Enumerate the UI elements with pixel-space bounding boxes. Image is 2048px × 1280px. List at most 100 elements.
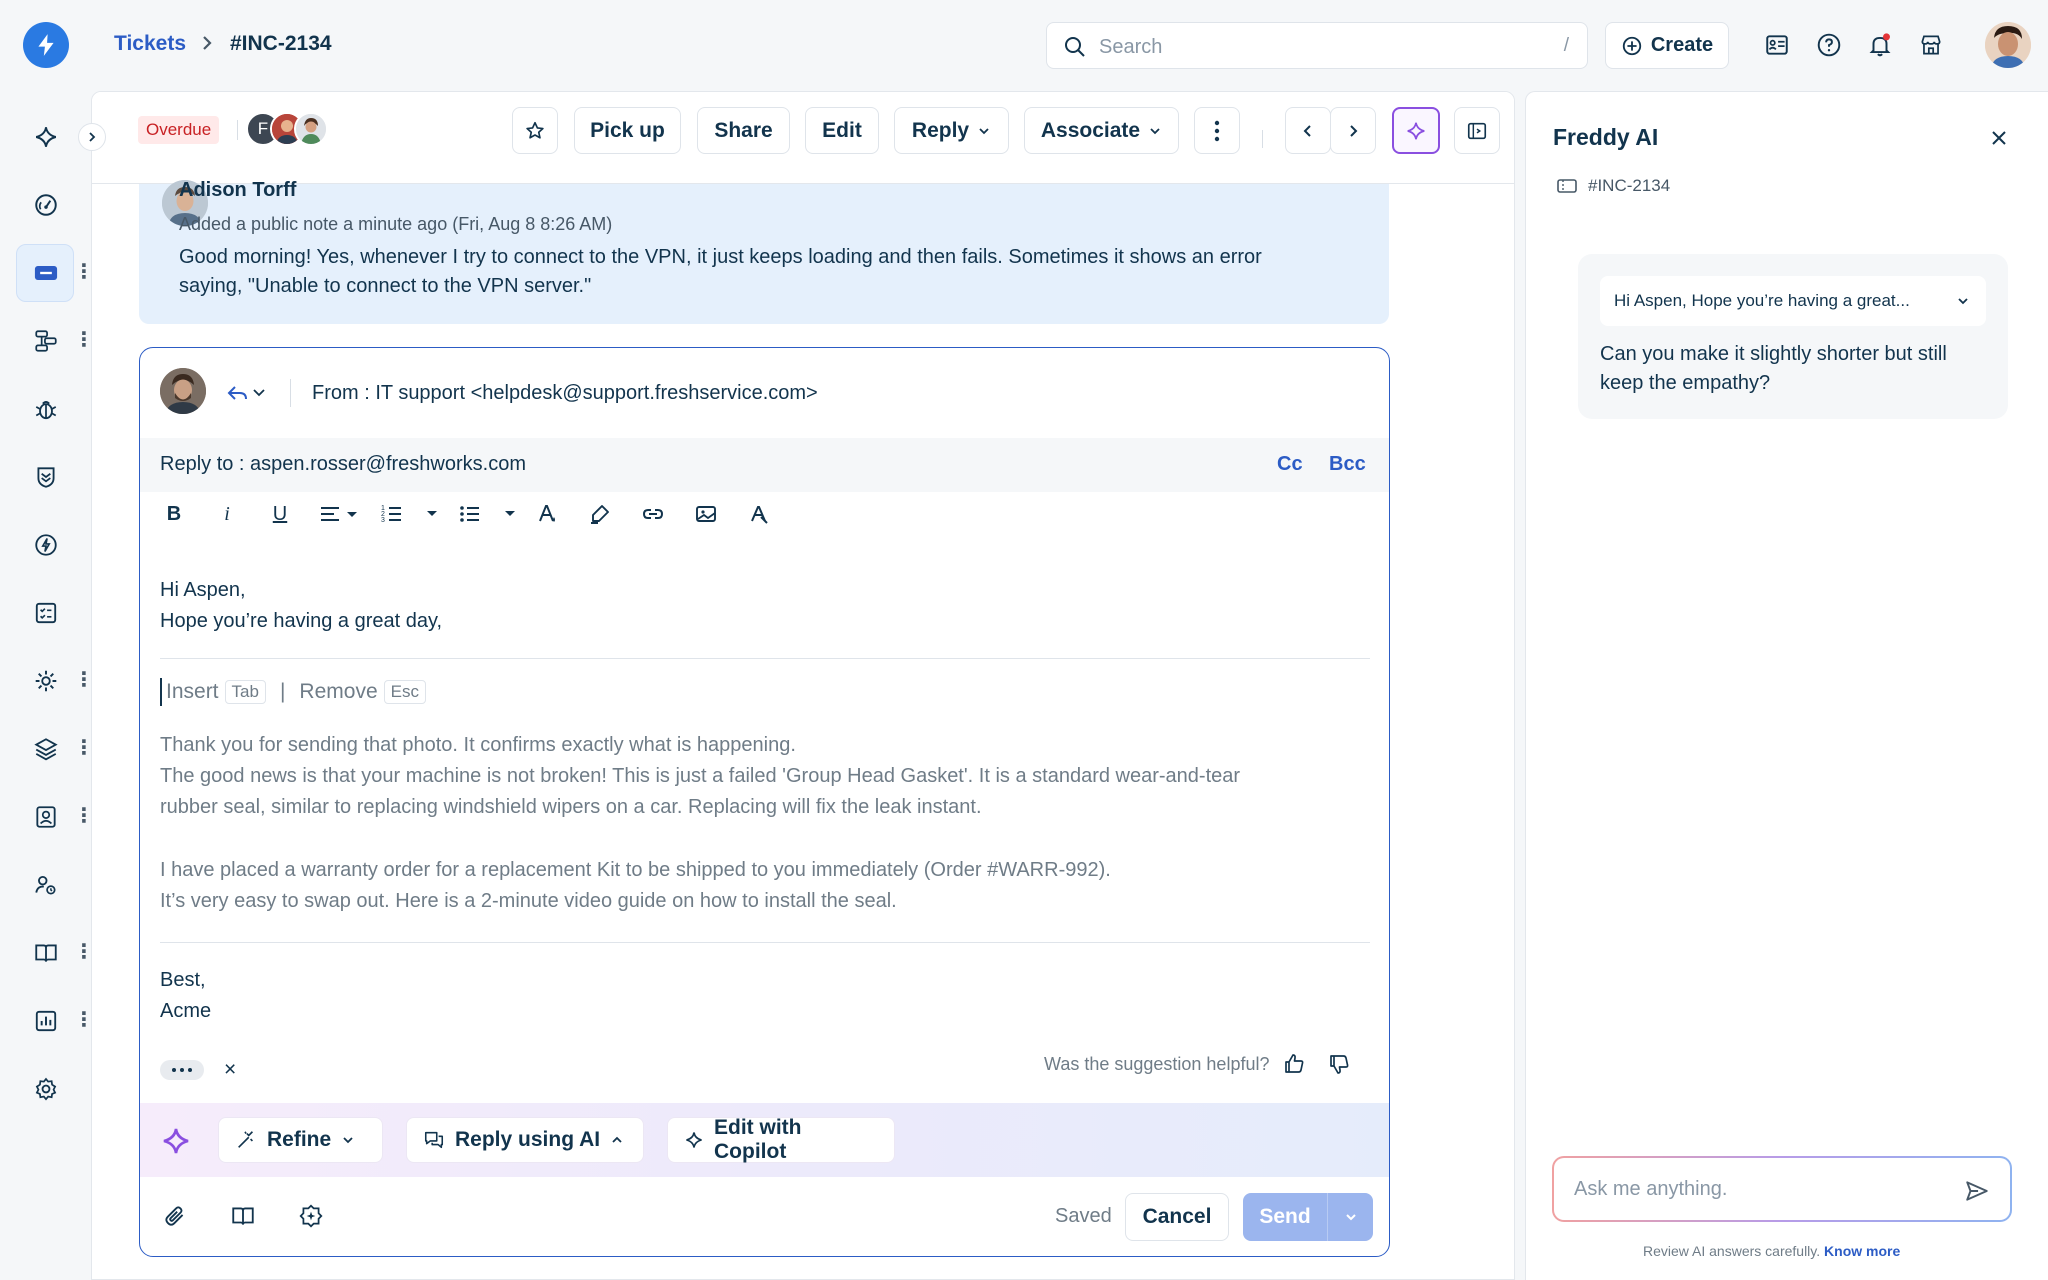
ticket-toolbar: Overdue F Pick up Share Edit Reply Assoc… [92, 92, 1514, 184]
show-trimmed-content-button[interactable] [160, 1060, 204, 1080]
italic-icon[interactable]: i [213, 500, 241, 528]
bullet-list-dropdown-icon[interactable] [496, 500, 524, 528]
underline-icon[interactable]: U [266, 500, 294, 528]
reply-dropdown-button[interactable]: Reply [894, 107, 1009, 154]
insert-image-icon[interactable] [692, 500, 720, 528]
attachment-paperclip-icon[interactable] [160, 1201, 190, 1231]
side-panel-icon [1466, 120, 1488, 142]
create-label: Create [1650, 34, 1714, 56]
help-icon[interactable] [1814, 30, 1844, 60]
rail-tasks-checklist-icon[interactable] [26, 593, 66, 633]
expand-sidebar-button[interactable] [78, 123, 106, 151]
canned-response-icon[interactable] [296, 1201, 326, 1231]
create-button[interactable]: Create [1605, 22, 1729, 69]
favorite-star-button[interactable] [512, 107, 558, 154]
from-label: From : [312, 382, 376, 404]
rail-agents-icon[interactable] [26, 865, 66, 905]
numbered-list-dropdown-icon[interactable] [418, 500, 446, 528]
cc-button[interactable]: Cc [1277, 453, 1303, 476]
text-color-icon[interactable] [533, 500, 561, 528]
freddy-ai-title: Freddy AI [1553, 124, 1659, 150]
bold-icon[interactable]: B [160, 500, 188, 528]
ask-freddy-input[interactable]: Ask me anything. [1552, 1156, 2012, 1222]
reply-type-dropdown[interactable] [226, 382, 270, 404]
rail-changes-icon[interactable] [26, 457, 66, 497]
text-cursor [160, 678, 162, 706]
marketplace-store-icon[interactable] [1916, 30, 1946, 60]
freshservice-logo[interactable] [23, 22, 69, 68]
send-button[interactable]: Send [1243, 1193, 1373, 1241]
thumbs-down-icon[interactable] [1327, 1052, 1351, 1076]
reply-using-ai-dropdown-button[interactable]: Reply using AI [406, 1117, 644, 1163]
chevron-right-icon [1347, 124, 1359, 138]
reply-body-signoff[interactable]: Best, Acme [160, 965, 211, 1027]
global-search[interactable]: Search / [1046, 22, 1588, 69]
chevron-down-icon [977, 124, 991, 138]
from-selector[interactable]: From : IT support <helpdesk@support.fres… [312, 382, 818, 405]
draft-saved-status: Saved [1055, 1205, 1112, 1227]
numbered-list-icon[interactable]: 123 [378, 500, 406, 528]
user-avatar[interactable] [1985, 22, 2031, 68]
rail-reports-chart-icon[interactable] [26, 1001, 66, 1041]
reply-body-greeting[interactable]: Hi Aspen, Hope you’re having a great day… [160, 575, 442, 637]
ai-sparkle-small-icon [684, 1130, 704, 1150]
contacts-card-icon[interactable] [1762, 30, 1792, 60]
close-panel-icon[interactable] [1988, 127, 2010, 149]
dismiss-suggestion-button[interactable]: × [224, 1058, 236, 1082]
edit-with-copilot-button[interactable]: Edit with Copilot [667, 1116, 895, 1163]
refine-dropdown-button[interactable]: Refine [218, 1117, 383, 1163]
edit-button[interactable]: Edit [805, 107, 879, 154]
thumbs-up-icon[interactable] [1282, 1052, 1306, 1076]
more-actions-button[interactable] [1194, 107, 1240, 154]
clear-formatting-icon[interactable] [745, 500, 773, 528]
chevron-up-icon [610, 1133, 624, 1147]
next-ticket-button[interactable] [1330, 107, 1376, 154]
ai-action-bar: Refine Reply using AI Edit with Copilot [140, 1103, 1389, 1177]
reply-to-address[interactable]: aspen.rosser@freshworks.com [250, 453, 526, 475]
breadcrumb-tickets[interactable]: Tickets [114, 32, 186, 56]
know-more-link[interactable]: Know more [1824, 1243, 1900, 1259]
bcc-button[interactable]: Bcc [1329, 453, 1366, 476]
ai-sparkle-icon [1405, 120, 1427, 142]
previous-ticket-button[interactable] [1285, 107, 1331, 154]
rail-knowledge-book-icon[interactable] [26, 933, 66, 973]
associate-dropdown-button[interactable]: Associate [1024, 107, 1179, 154]
rail-contacts-icon[interactable] [26, 797, 66, 837]
insert-shortcut-key: Tab [224, 680, 266, 704]
toggle-side-panel-button[interactable] [1454, 107, 1500, 154]
chevron-down-icon [1956, 294, 1970, 308]
watcher-avatar[interactable] [294, 112, 328, 146]
send-message-icon[interactable] [1964, 1178, 1990, 1204]
insert-suggestion-button[interactable]: Insert [166, 680, 219, 704]
align-dropdown-icon[interactable] [318, 500, 362, 528]
search-icon [1063, 35, 1087, 59]
ai-suggestion-paragraph-1: Thank you for sending that photo. It con… [160, 734, 1241, 818]
bullet-list-icon[interactable] [456, 500, 484, 528]
rail-assets-gear-icon[interactable] [26, 661, 66, 701]
remove-suggestion-button[interactable]: Remove [299, 680, 377, 704]
rail-problems-bug-icon[interactable] [26, 389, 66, 429]
send-options-chevron-icon[interactable] [1328, 1210, 1373, 1224]
insert-solution-book-icon[interactable] [228, 1201, 258, 1231]
rail-dashboard-gauge-icon[interactable] [26, 185, 66, 225]
rail-layers-icon[interactable] [26, 729, 66, 769]
note-author-name[interactable]: Adison Torff [179, 179, 296, 202]
cancel-button[interactable]: Cancel [1125, 1193, 1229, 1241]
context-preview-chip[interactable]: Hi Aspen, Hope you’re having a great... [1600, 276, 1986, 326]
notifications-bell-icon[interactable] [1865, 30, 1895, 60]
toolbar-divider [237, 120, 238, 140]
highlighter-icon[interactable] [586, 500, 614, 528]
insert-link-icon[interactable] [639, 500, 667, 528]
context-ticket-ref[interactable]: #INC-2134 [1556, 176, 1670, 196]
rail-freddy-sparkle-icon[interactable] [26, 117, 66, 157]
rail-workflow-icon[interactable] [26, 321, 66, 361]
freddy-ai-toggle-button[interactable] [1392, 107, 1440, 154]
rail-settings-gear-icon[interactable] [26, 1069, 66, 1109]
share-button[interactable]: Share [697, 107, 790, 154]
rail-releases-icon[interactable] [26, 525, 66, 565]
rail-tickets-icon[interactable] [26, 253, 66, 293]
overdue-status-badge: Overdue [138, 116, 220, 144]
from-divider [290, 379, 291, 407]
reply-to-row: Reply to : aspen.rosser@freshworks.com C… [140, 438, 1389, 492]
pick-up-button[interactable]: Pick up [574, 107, 681, 154]
